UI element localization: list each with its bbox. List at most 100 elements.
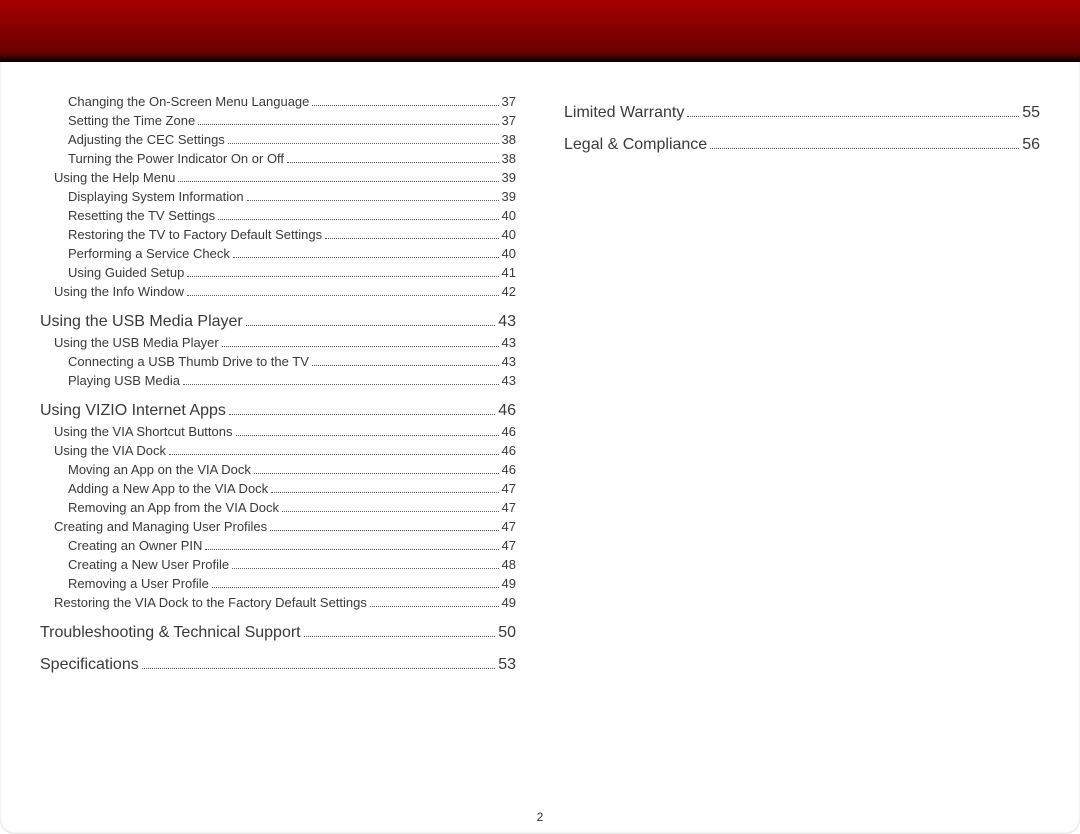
toc-entry-label: Turning the Power Indicator On or Off	[68, 151, 284, 166]
toc-entry-label: Setting the Time Zone	[68, 113, 195, 128]
toc-leader-dots	[325, 238, 498, 239]
toc-entry-label: Creating and Managing User Profiles	[54, 519, 267, 534]
toc-leader-dots	[178, 181, 498, 182]
toc-entry-label: Restoring the TV to Factory Default Sett…	[68, 227, 322, 242]
page-number: 2	[0, 810, 1080, 824]
toc-entry-label: Limited Warranty	[564, 104, 684, 122]
toc-leader-dots	[198, 124, 498, 125]
toc-entry-label: Changing the On-Screen Menu Language	[68, 94, 309, 109]
toc-entry[interactable]: Removing an App from the VIA Dock 47	[40, 500, 516, 515]
toc-entry-label: Performing a Service Check	[68, 246, 230, 261]
toc-entry[interactable]: Displaying System Information 39	[40, 189, 516, 204]
toc-leader-dots	[232, 568, 498, 569]
toc-entry-page: 50	[498, 624, 516, 642]
red-header-band	[0, 0, 1080, 63]
toc-entry[interactable]: Creating an Owner PIN 47	[40, 538, 516, 553]
toc-entry-label: Using the Help Menu	[54, 170, 175, 185]
toc-entry[interactable]: Using VIZIO Internet Apps46	[40, 402, 516, 420]
toc-entry-page: 40	[502, 227, 516, 242]
toc-entry-page: 39	[502, 189, 516, 204]
toc-entry[interactable]: Moving an App on the VIA Dock 46	[40, 462, 516, 477]
toc-leader-dots	[228, 143, 499, 144]
toc-leader-dots	[169, 454, 499, 455]
toc-entry-page: 42	[502, 284, 516, 299]
toc-entry[interactable]: Connecting a USB Thumb Drive to the TV43	[40, 354, 516, 369]
toc-entry[interactable]: Restoring the TV to Factory Default Sett…	[40, 227, 516, 242]
toc-entry-page: 38	[502, 151, 516, 166]
toc-entry-label: Creating an Owner PIN	[68, 538, 202, 553]
toc-entry-label: Using Guided Setup	[68, 265, 184, 280]
toc-entry-page: 47	[502, 500, 516, 515]
toc-entry[interactable]: Adjusting the CEC Settings38	[40, 132, 516, 147]
toc-entry-page: 43	[502, 335, 516, 350]
toc-entry[interactable]: Using Guided Setup 41	[40, 265, 516, 280]
toc-entry-label: Removing an App from the VIA Dock	[68, 500, 279, 515]
toc-entry[interactable]: Creating a New User Profile 48	[40, 557, 516, 572]
toc-entry-label: Using VIZIO Internet Apps	[40, 402, 226, 420]
toc-entry[interactable]: Using the VIA Dock 46	[40, 443, 516, 458]
toc-entry-label: Adding a New App to the VIA Dock	[68, 481, 268, 496]
toc-entry-label: Displaying System Information	[68, 189, 244, 204]
toc-entry-label: Legal & Compliance	[564, 136, 707, 154]
toc-entry-page: 40	[502, 208, 516, 223]
toc-entry-page: 49	[502, 595, 516, 610]
toc-entry-label: Moving an App on the VIA Dock	[68, 462, 251, 477]
toc-leader-dots	[370, 606, 499, 607]
toc-entry[interactable]: Legal & Compliance56	[564, 136, 1040, 154]
toc-entry-page: 49	[502, 576, 516, 591]
toc-entry[interactable]: Resetting the TV Settings 40	[40, 208, 516, 223]
toc-leader-dots	[247, 200, 499, 201]
toc-leader-dots	[312, 365, 499, 366]
toc-entry-page: 46	[502, 462, 516, 477]
toc-entry-page: 53	[498, 656, 516, 674]
toc-entry[interactable]: Setting the Time Zone 37	[40, 113, 516, 128]
toc-entry-page: 47	[502, 481, 516, 496]
toc-entry-label: Troubleshooting & Technical Support	[40, 624, 301, 642]
toc-entry[interactable]: Changing the On-Screen Menu Language 37	[40, 94, 516, 109]
toc-entry-label: Specifications	[40, 656, 139, 674]
toc-leader-dots	[187, 276, 498, 277]
toc-entry[interactable]: Removing a User Profile 49	[40, 576, 516, 591]
toc-entry-label: Restoring the VIA Dock to the Factory De…	[54, 595, 367, 610]
toc-entry-page: 46	[502, 443, 516, 458]
toc-entry-page: 43	[502, 373, 516, 388]
toc-leader-dots	[246, 325, 495, 326]
toc-entry[interactable]: Using the VIA Shortcut Buttons46	[40, 424, 516, 439]
toc-entry[interactable]: Creating and Managing User Profiles47	[40, 519, 516, 534]
toc-entry-label: Playing USB Media	[68, 373, 180, 388]
toc-entry[interactable]: Using the Help Menu 39	[40, 170, 516, 185]
toc-columns: Changing the On-Screen Menu Language37Se…	[0, 62, 1080, 834]
toc-column-right: Limited Warranty55 Legal & Compliance56	[564, 90, 1040, 794]
toc-entry-page: 37	[502, 94, 516, 109]
toc-entry[interactable]: Using the USB Media Player43	[40, 313, 516, 331]
toc-column-left: Changing the On-Screen Menu Language37Se…	[40, 90, 516, 794]
toc-entry[interactable]: Troubleshooting & Technical Support 50	[40, 624, 516, 642]
toc-entry[interactable]: Turning the Power Indicator On or Off 38	[40, 151, 516, 166]
toc-entry-page: 48	[502, 557, 516, 572]
toc-entry-page: 39	[502, 170, 516, 185]
toc-entry-page: 37	[502, 113, 516, 128]
toc-entry-label: Using the USB Media Player	[54, 335, 219, 350]
toc-entry-label: Removing a User Profile	[68, 576, 209, 591]
toc-leader-dots	[212, 587, 499, 588]
toc-entry[interactable]: Performing a Service Check40	[40, 246, 516, 261]
toc-leader-dots	[229, 414, 495, 415]
toc-leader-dots	[222, 346, 499, 347]
toc-entry[interactable]: Adding a New App to the VIA Dock 47	[40, 481, 516, 496]
toc-entry-page: 43	[502, 354, 516, 369]
toc-entry[interactable]: Limited Warranty55	[564, 104, 1040, 122]
toc-entry[interactable]: Restoring the VIA Dock to the Factory De…	[40, 595, 516, 610]
toc-entry-page: 47	[502, 538, 516, 553]
toc-leader-dots	[287, 162, 498, 163]
toc-leader-dots	[304, 636, 496, 637]
toc-entry[interactable]: Using the Info Window42	[40, 284, 516, 299]
toc-entry[interactable]: Using the USB Media Player 43	[40, 335, 516, 350]
toc-entry[interactable]: Specifications 53	[40, 656, 516, 674]
toc-entry-page: 41	[502, 265, 516, 280]
toc-entry-page: 43	[498, 313, 516, 331]
toc-entry[interactable]: Playing USB Media 43	[40, 373, 516, 388]
toc-entry-label: Using the VIA Dock	[54, 443, 166, 458]
toc-leader-dots	[183, 384, 499, 385]
toc-entry-label: Resetting the TV Settings	[68, 208, 215, 223]
toc-entry-label: Creating a New User Profile	[68, 557, 229, 572]
